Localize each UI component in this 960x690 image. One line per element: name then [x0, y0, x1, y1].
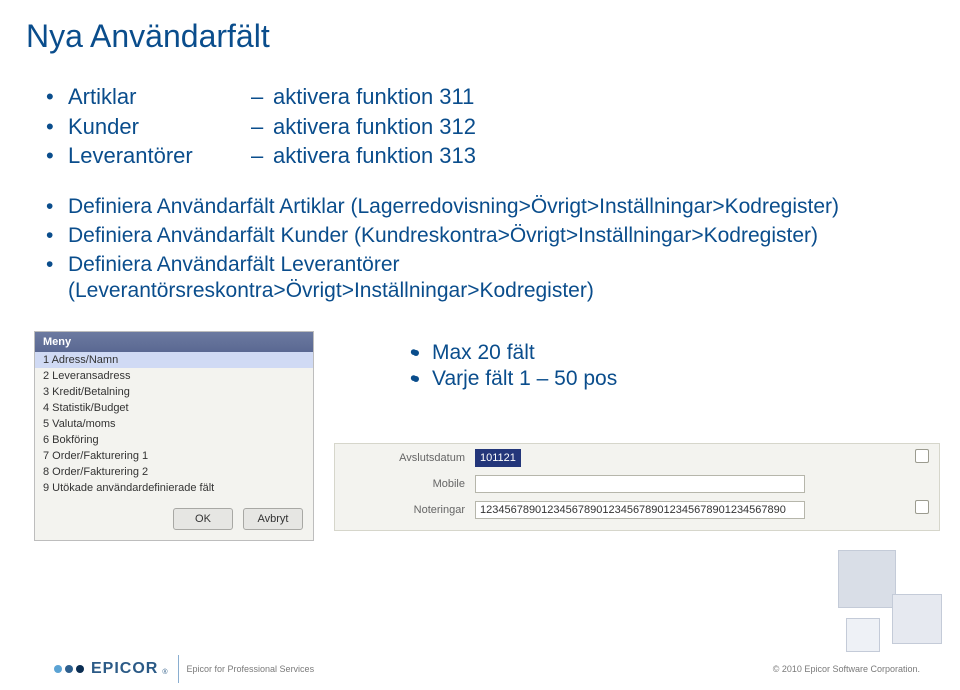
content-block: Artiklar Kunder Leverantörer aktivera fu… — [68, 83, 920, 305]
cancel-button[interactable]: Avbryt — [243, 508, 303, 530]
noteringar-input[interactable] — [475, 501, 805, 519]
bullet-leverantorer: Leverantörer — [68, 142, 273, 170]
function-list: aktivera funktion 311 aktivera funktion … — [273, 83, 920, 172]
mobile-input[interactable] — [475, 475, 805, 493]
category-list: Artiklar Kunder Leverantörer — [68, 83, 273, 172]
epicor-logo: EPICOR ® — [54, 660, 168, 678]
ok-button[interactable]: OK — [173, 508, 233, 530]
menu-item-3[interactable]: 3 Kredit/Betalning — [35, 384, 313, 400]
definition-list: Definiera Användarfält Artiklar (Lagerre… — [68, 194, 920, 305]
label-avslutsdatum: Avslutsdatum — [335, 452, 475, 464]
slide-title: Nya Användarfält — [0, 0, 960, 55]
menu-item-2[interactable]: 2 Leveransadress — [35, 368, 313, 384]
def-kunder: Definiera Användarfält Kunder (Kundresko… — [68, 223, 920, 249]
def-artiklar: Definiera Användarfält Artiklar (Lagerre… — [68, 194, 920, 220]
menu-item-8[interactable]: 8 Order/Fakturering 2 — [35, 464, 313, 480]
func-312: aktivera funktion 312 — [273, 113, 920, 141]
form-panel: Avslutsdatum 101121 Mobile Noteringar — [334, 443, 940, 531]
label-mobile: Mobile — [335, 478, 475, 490]
logo-dots-icon — [54, 665, 84, 673]
footer-divider — [178, 655, 179, 683]
square-decoration-2 — [892, 594, 942, 644]
menu-item-4[interactable]: 4 Statistik/Budget — [35, 400, 313, 416]
bullet-kunder: Kunder — [68, 113, 273, 141]
footer: EPICOR ® Epicor for Professional Service… — [0, 648, 960, 690]
bullet-artiklar: Artiklar — [68, 83, 273, 111]
menu-item-5[interactable]: 5 Valuta/moms — [35, 416, 313, 432]
menu-item-1[interactable]: 1 Adress/Namn — [35, 352, 313, 368]
menu-item-9[interactable]: 9 Utökade användardefinierade fält — [35, 480, 313, 496]
avslutsdatum-value[interactable]: 101121 — [475, 449, 521, 467]
menu-item-7[interactable]: 7 Order/Fakturering 1 — [35, 448, 313, 464]
func-311: aktivera funktion 311 — [273, 83, 920, 111]
square-decoration-1 — [838, 550, 896, 608]
def-leverantorer: Definiera Användarfält Leverantörer (Lev… — [68, 252, 920, 305]
note-field-pos: Varje fält 1 – 50 pos — [432, 367, 617, 391]
expand-icon[interactable] — [915, 500, 929, 514]
footer-service-text: Epicor for Professional Services — [187, 664, 315, 674]
footer-copyright: © 2010 Epicor Software Corporation. — [773, 664, 920, 674]
logo-registered-icon: ® — [162, 669, 167, 676]
menu-dialog: Meny 1 Adress/Namn 2 Leveransadress 3 Kr… — [34, 331, 314, 541]
decorative-squares — [832, 542, 942, 652]
calendar-icon[interactable] — [915, 449, 929, 463]
logo-text: EPICOR — [91, 660, 158, 678]
side-notes: Max 20 fält Varje fält 1 – 50 pos — [432, 341, 617, 393]
square-decoration-3 — [846, 618, 880, 652]
menu-item-6[interactable]: 6 Bokföring — [35, 432, 313, 448]
func-313: aktivera funktion 313 — [273, 142, 920, 170]
label-noteringar: Noteringar — [335, 504, 475, 516]
note-max-fields: Max 20 fält — [432, 341, 617, 365]
menu-header: Meny — [35, 332, 313, 352]
